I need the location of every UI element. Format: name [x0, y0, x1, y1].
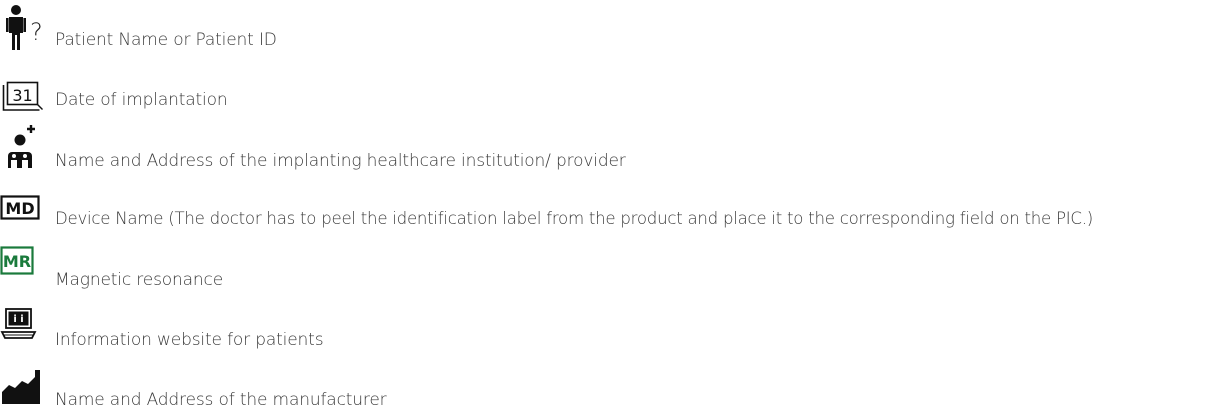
medical-device-icon: MD: [0, 195, 40, 220]
healthcare-provider-icon: [8, 125, 35, 168]
mr-safe-icon: MR: [0, 246, 34, 275]
calendar-icon: 31: [2, 81, 43, 111]
svg-text:MR: MR: [3, 252, 31, 271]
svg-text:i i: i i: [13, 314, 23, 325]
svg-text:MD: MD: [5, 199, 34, 218]
patient-question-mark: ?: [30, 18, 43, 46]
manufacturer-icon: [2, 370, 40, 404]
patient-icon: ?: [6, 5, 43, 50]
information-website-label: Information website for patients: [55, 330, 324, 350]
info-website-icon: i i: [0, 308, 37, 339]
svg-text:31: 31: [12, 86, 32, 105]
date-of-implantation-label: Date of implantation: [55, 90, 228, 110]
healthcare-provider-label: Name and Address of the implanting healt…: [55, 151, 626, 171]
magnetic-resonance-label: Magnetic resonance: [55, 270, 224, 290]
patient-name-label: Patient Name or Patient ID: [55, 30, 277, 50]
device-name-label: Device Name (The doctor has to peel the …: [55, 209, 1094, 228]
manufacturer-label: Name and Address of the manufacturer: [55, 390, 387, 410]
